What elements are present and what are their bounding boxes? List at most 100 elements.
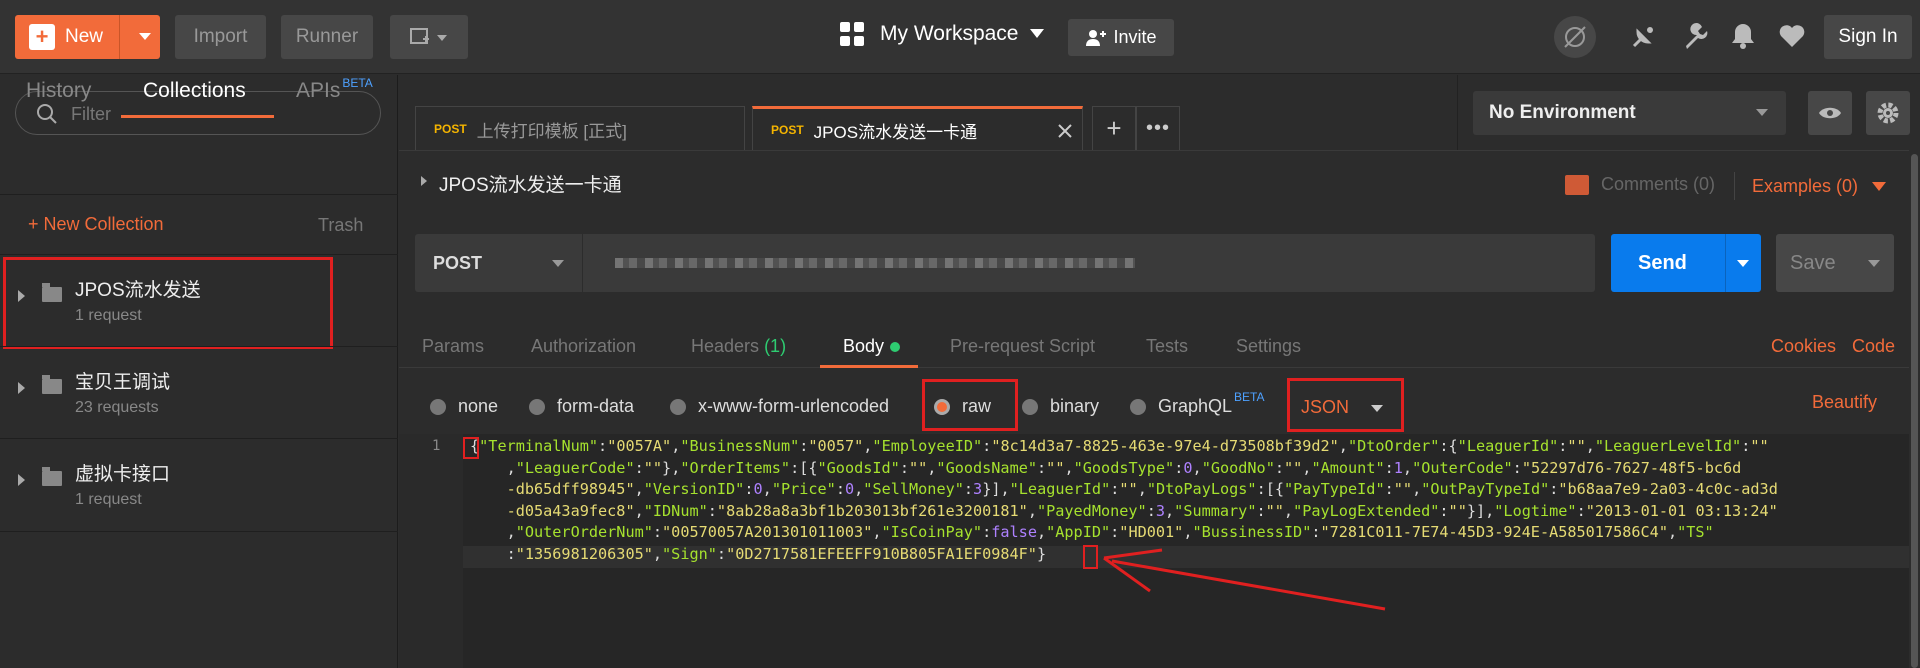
active-tab-indicator — [820, 365, 918, 368]
scrollbar[interactable] — [1909, 150, 1920, 668]
radio-form-data[interactable]: form-data — [529, 396, 634, 417]
headers-count: (1) — [764, 336, 787, 356]
environment-selector[interactable]: No Environment — [1473, 91, 1786, 135]
manage-environments-button[interactable] — [1866, 91, 1910, 135]
chevron-down-icon — [1030, 29, 1045, 38]
divider — [399, 150, 1920, 151]
radio-label: x-www-form-urlencoded — [698, 396, 890, 416]
runner-button[interactable]: Runner — [281, 15, 373, 59]
import-button[interactable]: Import — [175, 15, 266, 59]
radio-label: none — [458, 396, 499, 416]
more-tabs-button[interactable]: ••• — [1136, 106, 1180, 151]
annotation-box — [1287, 378, 1404, 432]
tab-title: 上传打印模板 [正式] — [476, 121, 627, 141]
divider — [1725, 234, 1726, 292]
collection-name: 虚拟卡接口 — [75, 464, 171, 485]
new-button[interactable]: + New — [15, 15, 160, 59]
examples-dropdown[interactable]: Examples (0) — [1752, 176, 1887, 197]
radio-graphql[interactable]: GraphQL BETA — [1130, 390, 1265, 417]
plus-icon: + — [29, 24, 55, 50]
gear-icon — [1877, 102, 1899, 124]
more-icon: ••• — [1145, 117, 1170, 139]
workspace-selector[interactable]: My Workspace — [840, 22, 1045, 46]
tab-history[interactable]: History — [26, 79, 91, 103]
tab-pre-request-script[interactable]: Pre-request Script — [950, 336, 1095, 357]
method-select[interactable]: POST — [415, 234, 583, 292]
save-button[interactable]: Save — [1776, 234, 1894, 292]
request-tab[interactable]: POST 上传打印模板 [正式] — [415, 106, 745, 151]
radio-urlencoded[interactable]: x-www-form-urlencoded — [670, 396, 889, 417]
close-icon[interactable] — [1058, 124, 1072, 138]
tab-tests[interactable]: Tests — [1146, 336, 1188, 357]
collection-item[interactable]: 宝贝王调试 23 requests — [0, 347, 398, 439]
request-tab-active[interactable]: POST JPOS流水发送一卡通 — [752, 106, 1083, 151]
request-name-label: JPOS流水发送一卡通 — [439, 175, 622, 196]
environment-quick-look-button[interactable] — [1808, 91, 1852, 135]
tab-settings[interactable]: Settings — [1236, 336, 1301, 357]
chevron-down-icon — [1872, 182, 1887, 191]
scrollbar-thumb[interactable] — [1911, 154, 1918, 668]
radio-circle[interactable] — [1022, 398, 1038, 415]
invite-button[interactable]: Invite — [1068, 19, 1174, 56]
radio-circle[interactable] — [529, 398, 545, 415]
caret-right-icon[interactable] — [18, 474, 25, 486]
radio-binary[interactable]: binary — [1022, 396, 1099, 417]
new-button-label: New — [65, 26, 104, 47]
chevron-down-icon[interactable] — [1737, 260, 1749, 267]
cookies-link[interactable]: Cookies — [1771, 336, 1836, 357]
beta-badge: BETA — [342, 76, 373, 90]
tab-apis[interactable]: APIs BETA — [296, 76, 373, 103]
collection-count: 1 request — [75, 491, 142, 508]
heart-icon[interactable] — [1778, 24, 1806, 48]
chevron-down-icon[interactable] — [139, 33, 151, 40]
divider — [1457, 75, 1458, 150]
radio-label: form-data — [557, 396, 635, 416]
radio-circle[interactable] — [670, 398, 686, 415]
top-bar: + New Import Runner My Workspace Invite … — [0, 0, 1920, 74]
collection-count: 23 requests — [75, 399, 159, 416]
sync-off-icon[interactable] — [1553, 15, 1597, 59]
tab-body[interactable]: Body — [843, 336, 901, 357]
eye-icon — [1819, 107, 1841, 119]
bell-icon[interactable] — [1730, 22, 1756, 50]
new-window-button[interactable] — [390, 15, 468, 59]
tab-params[interactable]: Params — [422, 336, 484, 357]
new-window-icon — [410, 28, 447, 44]
plus-icon: + — [1106, 113, 1122, 143]
annotation-box — [1083, 545, 1098, 569]
invite-label: Invite — [1113, 27, 1157, 47]
send-button[interactable]: Send — [1611, 234, 1761, 292]
caret-right-icon[interactable] — [18, 382, 25, 394]
url-input-redacted[interactable] — [615, 258, 1135, 268]
tab-headers[interactable]: Headers (1) — [691, 336, 786, 357]
comments-button[interactable]: Comments (0) — [1565, 174, 1715, 195]
new-collection-button[interactable]: + New Collection — [28, 214, 164, 235]
radio-none[interactable]: none — [430, 396, 498, 417]
method-label: POST — [433, 252, 483, 273]
add-tab-button[interactable]: + — [1092, 106, 1136, 151]
chevron-down-icon[interactable] — [1868, 260, 1880, 267]
tab-title: JPOS流水发送一卡通 — [813, 122, 978, 142]
url-bar: POST — [415, 234, 1595, 292]
divider — [0, 194, 398, 195]
annotation-box — [463, 437, 479, 459]
environment-label: No Environment — [1489, 102, 1636, 123]
request-name[interactable]: JPOS流水发送一卡通 — [421, 170, 622, 197]
satellite-icon[interactable] — [1630, 22, 1658, 50]
tab-collections[interactable]: Collections — [143, 79, 246, 103]
divider — [1734, 172, 1735, 200]
radio-circle[interactable] — [430, 398, 446, 415]
trash-link[interactable]: Trash — [318, 215, 363, 236]
send-label: Send — [1638, 252, 1687, 274]
collection-item[interactable]: 虚拟卡接口 1 request — [0, 439, 398, 531]
radio-circle[interactable] — [1130, 398, 1146, 415]
code-link[interactable]: Code — [1852, 336, 1895, 357]
sign-in-button[interactable]: Sign In — [1824, 15, 1912, 59]
wrench-icon[interactable] — [1682, 22, 1710, 50]
beautify-button[interactable]: Beautify — [1812, 392, 1877, 413]
tab-headers-label: Headers — [691, 336, 760, 356]
tab-authorization[interactable]: Authorization — [531, 336, 636, 357]
workspace-icon — [840, 22, 864, 46]
tab-method: POST — [434, 122, 467, 136]
divider — [119, 15, 120, 59]
